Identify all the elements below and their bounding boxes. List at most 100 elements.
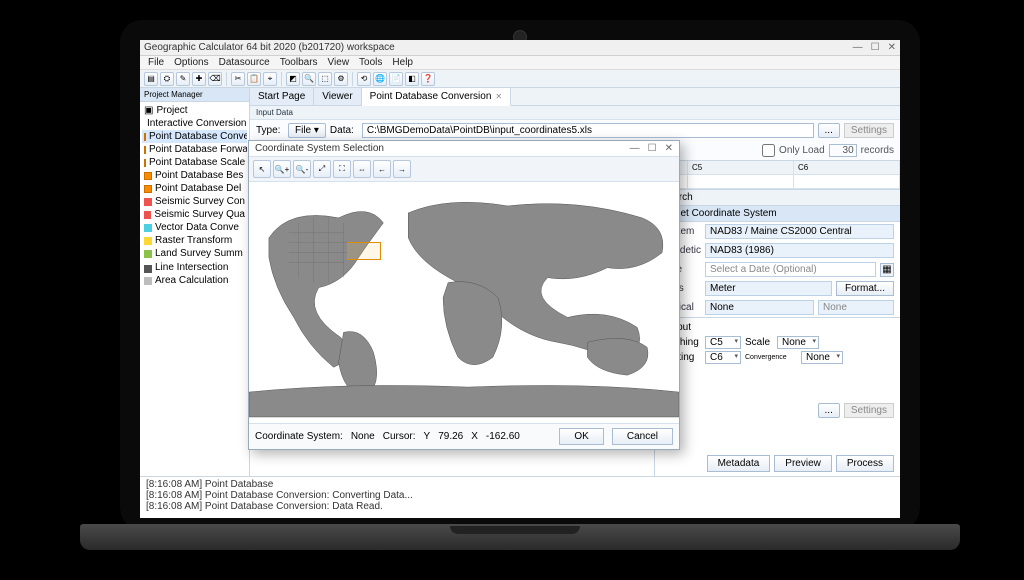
- zoom-in-icon[interactable]: 🔍+: [273, 160, 291, 178]
- menu-options[interactable]: Options: [170, 57, 212, 68]
- expand-button[interactable]: ...: [818, 403, 840, 418]
- tree-item[interactable]: Area Calculation: [142, 274, 247, 287]
- tree-item[interactable]: Point Database Del: [142, 182, 247, 195]
- tree-item-icon: [144, 277, 152, 285]
- dialog-titlebar[interactable]: Coordinate System Selection — ☐ ✕: [249, 141, 679, 157]
- toolbar-btn[interactable]: ⛭: [160, 72, 174, 86]
- toolbar-btn[interactable]: 🌐: [373, 72, 387, 86]
- zoom-fit-icon[interactable]: ⤢: [313, 160, 331, 178]
- menu-tools[interactable]: Tools: [355, 57, 386, 68]
- calendar-icon[interactable]: ▦: [880, 263, 894, 277]
- type-dropdown[interactable]: File ▾: [288, 123, 326, 138]
- tree-item[interactable]: Land Survey Summ: [142, 247, 247, 260]
- col-c6[interactable]: C6: [794, 161, 900, 175]
- convergence-select[interactable]: None: [801, 351, 843, 364]
- cell[interactable]: [688, 175, 794, 189]
- tab-viewer[interactable]: Viewer: [314, 88, 361, 105]
- toolbar-btn[interactable]: ✎: [176, 72, 190, 86]
- data-path-input[interactable]: C:\BMGDemoData\PointDB\input_coordinates…: [362, 123, 814, 138]
- toolbar-btn[interactable]: ⟲: [357, 72, 371, 86]
- menu-view[interactable]: View: [324, 57, 354, 68]
- dialog-maximize-button[interactable]: ☐: [648, 143, 657, 154]
- browse-button[interactable]: ...: [818, 123, 840, 138]
- tree-item[interactable]: Line Intersection: [142, 260, 247, 274]
- toolbar-btn[interactable]: ⚙: [334, 72, 348, 86]
- vertical-input[interactable]: None: [705, 300, 814, 315]
- input-settings-button[interactable]: Settings: [844, 123, 894, 138]
- close-icon[interactable]: ✕: [495, 92, 502, 101]
- preview-button[interactable]: Preview: [774, 455, 832, 472]
- tree-item[interactable]: Interactive Conversion: [142, 117, 247, 130]
- pan-icon[interactable]: ⇔: [353, 160, 371, 178]
- tree-item-label: Point Database Del: [155, 183, 241, 194]
- vertical-aux-input[interactable]: None: [818, 300, 894, 315]
- ok-button[interactable]: OK: [559, 428, 603, 445]
- tab-start-page[interactable]: Start Page: [250, 88, 314, 105]
- toolbar-btn[interactable]: ✚: [192, 72, 206, 86]
- toolbar-btn[interactable]: 📋: [247, 72, 261, 86]
- world-map[interactable]: [249, 182, 679, 423]
- date-input[interactable]: Select a Date (Optional): [705, 262, 876, 277]
- minimize-button[interactable]: —: [853, 42, 863, 53]
- format-button[interactable]: Format...: [836, 281, 894, 296]
- menu-datasource[interactable]: Datasource: [215, 57, 274, 68]
- tree-item-icon: [144, 265, 152, 273]
- cursor-label: Cursor:: [383, 431, 416, 442]
- cell[interactable]: [794, 175, 900, 189]
- fullscreen-icon[interactable]: ⛶: [333, 160, 351, 178]
- dialog-minimize-button[interactable]: —: [630, 143, 640, 154]
- tree-item-icon: [144, 237, 152, 245]
- toolbar-btn[interactable]: ⬚: [318, 72, 332, 86]
- toolbar-btn[interactable]: ▤: [144, 72, 158, 86]
- tree-item[interactable]: Point Database Scale and Translate: [142, 156, 247, 169]
- tree-item[interactable]: Seismic Survey Qua: [142, 208, 247, 221]
- geodetic-input[interactable]: NAD83 (1986): [705, 243, 894, 258]
- menu-file[interactable]: File: [144, 57, 168, 68]
- pointer-icon[interactable]: ↖: [253, 160, 271, 178]
- toolbar-btn[interactable]: ◧: [405, 72, 419, 86]
- menu-toolbars[interactable]: Toolbars: [276, 57, 322, 68]
- tree-item[interactable]: Vector Data Conve: [142, 221, 247, 234]
- process-button[interactable]: Process: [836, 455, 894, 472]
- tree-item[interactable]: Point Database Forward Inverse: [142, 143, 247, 156]
- units-input[interactable]: Meter: [705, 281, 832, 296]
- output-settings-button[interactable]: Settings: [844, 403, 894, 418]
- tree-item[interactable]: Raster Transform: [142, 234, 247, 247]
- tree-root[interactable]: ▣ Project: [142, 104, 247, 117]
- zoom-out-icon[interactable]: 🔍-: [293, 160, 311, 178]
- prev-icon[interactable]: ←: [373, 160, 391, 178]
- cancel-button[interactable]: Cancel: [612, 428, 673, 445]
- system-input[interactable]: NAD83 / Maine CS2000 Central: [705, 224, 894, 239]
- toolbar-btn[interactable]: 📄: [389, 72, 403, 86]
- metadata-button[interactable]: Metadata: [707, 455, 771, 472]
- toolbar-btn[interactable]: ⌖: [263, 72, 277, 86]
- tree-item[interactable]: Point Database Conversion: [142, 130, 247, 143]
- toolbar-btn[interactable]: 🔍: [302, 72, 316, 86]
- maximize-button[interactable]: ☐: [871, 42, 880, 53]
- toolbar-btn[interactable]: ⌫: [208, 72, 222, 86]
- northing-select[interactable]: C5: [705, 336, 741, 349]
- dialog-title: Coordinate System Selection: [255, 143, 384, 154]
- project-manager-panel: Project Manager ▣ Project Interactive Co…: [140, 88, 250, 476]
- close-button[interactable]: ✕: [888, 42, 896, 53]
- dialog-close-button[interactable]: ✕: [665, 143, 673, 154]
- menu-help[interactable]: Help: [388, 57, 417, 68]
- log-panel: [8:16:08 AM] Point Database [8:16:08 AM]…: [140, 476, 900, 518]
- selection-rectangle[interactable]: [347, 242, 381, 260]
- search-tab[interactable]: Search: [655, 190, 900, 206]
- tree-item[interactable]: Seismic Survey Con: [142, 195, 247, 208]
- toolbar-btn[interactable]: ✂: [231, 72, 245, 86]
- only-load-checkbox[interactable]: [762, 144, 775, 157]
- toolbar-btn[interactable]: ❓: [421, 72, 435, 86]
- only-load-row: Only Load 30 records: [762, 144, 894, 157]
- tab-point-db-conversion[interactable]: Point Database Conversion✕: [362, 88, 511, 106]
- toolbar-btn[interactable]: ◩: [286, 72, 300, 86]
- log-line: [8:16:08 AM] Point Database: [146, 479, 894, 490]
- col-c5[interactable]: C5: [688, 161, 794, 175]
- tree-item[interactable]: Point Database Bes: [142, 169, 247, 182]
- tree-item-label: Point Database Forward Inverse: [149, 144, 247, 155]
- scale-select[interactable]: None: [777, 336, 819, 349]
- easting-select[interactable]: C6: [705, 351, 741, 364]
- records-input[interactable]: 30: [829, 144, 857, 157]
- next-icon[interactable]: →: [393, 160, 411, 178]
